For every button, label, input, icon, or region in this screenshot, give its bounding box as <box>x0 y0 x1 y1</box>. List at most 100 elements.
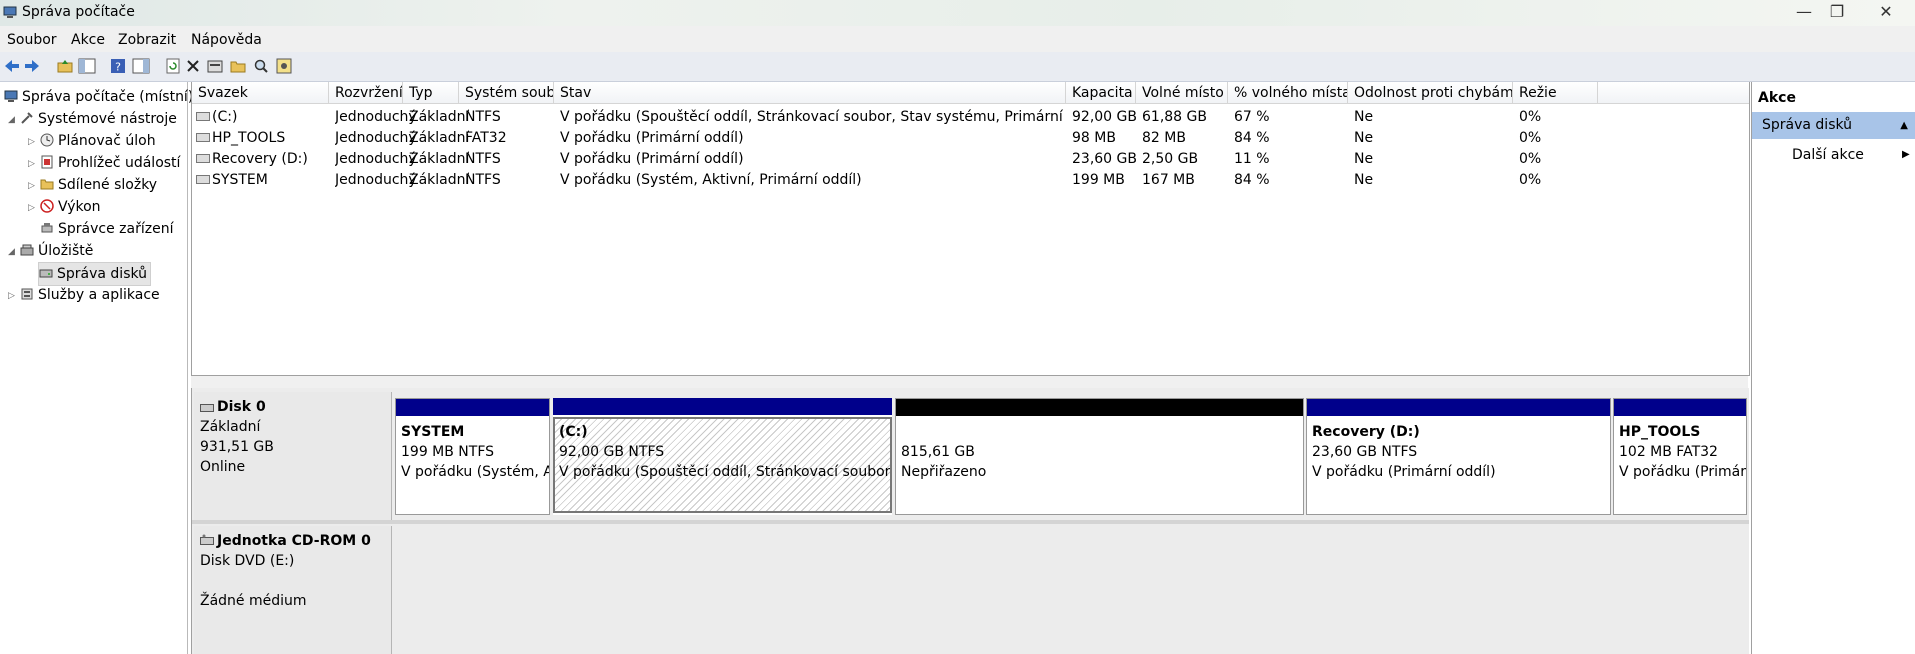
properties-icon[interactable] <box>205 56 225 76</box>
column-header-odolnost[interactable]: Odolnost proti chybám <box>1348 82 1513 104</box>
tree-label: Správce zařízení <box>58 221 174 237</box>
delete-icon[interactable] <box>183 56 203 76</box>
column-header-kapacita[interactable]: Kapacita <box>1066 82 1136 104</box>
cdrom-0-info[interactable]: Jednotka CD-ROM 0 Disk DVD (E:) Žádné mé… <box>194 526 392 654</box>
navigation-tree: Správa počítače (místní) ◢ Systémové nás… <box>0 82 193 654</box>
restore-button[interactable]: ❐ <box>1816 0 1858 22</box>
partition-hp-tools[interactable]: HP_TOOLS 102 MB FAT32 V pořádku (Primárr <box>1613 398 1747 515</box>
more-actions-item[interactable]: Další akce <box>1792 147 1864 163</box>
settings-icon[interactable] <box>274 56 294 76</box>
expand-arrow-icon[interactable]: ▷ <box>28 137 35 147</box>
column-header-svazek[interactable]: Svazek <box>192 82 329 104</box>
tree-item-disk-management[interactable]: Správa disků <box>38 262 152 286</box>
collapse-arrow-icon[interactable]: ◢ <box>8 247 15 257</box>
back-arrow-icon[interactable] <box>2 56 22 76</box>
tools-icon <box>21 112 33 124</box>
partition-system[interactable]: SYSTEM 199 MB NTFS V pořádku (Systém, A <box>395 398 550 515</box>
open-icon[interactable] <box>228 56 248 76</box>
partition-size: 92,00 GB NTFS <box>559 444 665 460</box>
storage-icon <box>20 244 34 256</box>
partition-recovery[interactable]: Recovery (D:) 23,60 GB NTFS V pořádku (P… <box>1306 398 1611 515</box>
refresh-icon[interactable] <box>163 56 183 76</box>
cell-kapacita: 199 MB <box>1072 172 1125 188</box>
cell-svazek: SYSTEM <box>212 172 268 188</box>
cell-rozvrzeni: Jednoduchý <box>335 109 417 125</box>
tree-item-storage[interactable]: Úložiště <box>20 240 93 262</box>
menu-soubor[interactable]: Soubor <box>7 32 57 48</box>
close-button[interactable]: ✕ <box>1865 0 1907 22</box>
tree-item-task-scheduler[interactable]: Plánovač úloh <box>40 130 156 152</box>
volume-list: Svazek Rozvržení Typ Systém souborů Stav… <box>191 82 1750 376</box>
show-hide-action-pane-icon[interactable] <box>131 56 151 76</box>
cell-svazek: Recovery (D:) <box>212 151 308 167</box>
actions-section-disk-management[interactable]: Správa disků ▲ <box>1752 112 1915 139</box>
disk-separator <box>192 520 1749 524</box>
expand-arrow-icon[interactable]: ▷ <box>28 203 35 213</box>
show-hide-tree-icon[interactable] <box>77 56 97 76</box>
more-actions-label: Další akce <box>1792 147 1864 163</box>
partition-name: Recovery (D:) <box>1312 424 1420 440</box>
partition-name: (C:) <box>559 424 588 440</box>
column-header-empty <box>1598 82 1749 104</box>
partition-unallocated[interactable]: 815,61 GB Nepřiřazeno <box>895 398 1304 515</box>
tree-label: Systémové nástroje <box>38 111 177 127</box>
cell-stav: V pořádku (Primární oddíl) <box>560 130 744 146</box>
tree-item-device-manager[interactable]: Správce zařízení <box>40 218 173 240</box>
tree-label: Sdílené složky <box>58 177 158 193</box>
tree-item-event-viewer[interactable]: Prohlížeč událostí <box>40 152 180 174</box>
column-header-volne-misto[interactable]: Volné místo <box>1136 82 1228 104</box>
actions-pane: Akce Správa disků ▲ Další akce ▶ <box>1751 82 1915 654</box>
cell-typ: Základní <box>409 151 470 167</box>
tree-label: Plánovač úloh <box>58 133 156 149</box>
up-folder-icon[interactable] <box>55 56 75 76</box>
expand-arrow-icon[interactable]: ▷ <box>28 181 35 191</box>
collapse-arrow-icon[interactable]: ◢ <box>8 115 15 125</box>
column-header-rozvrzeni[interactable]: Rozvržení <box>329 82 403 104</box>
tree-item-performance[interactable]: Výkon <box>40 196 101 218</box>
submenu-arrow-icon: ▶ <box>1902 149 1910 160</box>
expand-arrow-icon[interactable]: ▷ <box>8 291 15 301</box>
actions-header: Akce <box>1758 90 1796 106</box>
cell-kapacita: 92,00 GB <box>1072 109 1137 125</box>
cell-volne-misto: 61,88 GB <box>1142 109 1207 125</box>
actions-section-label: Správa disků <box>1762 117 1853 133</box>
menu-akce[interactable]: Akce <box>71 32 105 48</box>
expand-arrow-icon[interactable]: ▷ <box>28 159 35 169</box>
volume-icon <box>196 133 210 142</box>
search-icon[interactable] <box>251 56 271 76</box>
tree-item-shared-folders[interactable]: Sdílené složky <box>40 174 157 196</box>
tree-item-system-tools[interactable]: Systémové nástroje <box>20 108 177 130</box>
forward-arrow-icon[interactable] <box>22 56 42 76</box>
cell-stav: V pořádku (Primární oddíl) <box>560 151 744 167</box>
title-bar: Správa počítače — ❐ ✕ <box>0 0 1915 26</box>
cell-odolnost: Ne <box>1354 172 1374 188</box>
cell-typ: Základní <box>409 172 470 188</box>
menu-zobrazit[interactable]: Zobrazit <box>118 32 176 48</box>
menu-napoveda[interactable]: Nápověda <box>191 32 262 48</box>
tree-item-services[interactable]: Služby a aplikace <box>20 284 160 306</box>
column-header-procento-volneho[interactable]: % volného místa <box>1228 82 1348 104</box>
disk-icon <box>39 269 53 278</box>
partition-c[interactable]: (C:) 92,00 GB NTFS V pořádku (Spouštěcí … <box>553 398 892 515</box>
partition-name: HP_TOOLS <box>1619 424 1701 440</box>
cell-stav: V pořádku (Systém, Aktivní, Primární odd… <box>560 172 862 188</box>
help-icon[interactable]: ? <box>108 56 128 76</box>
tree-label: Výkon <box>58 199 101 215</box>
partition-band <box>396 399 549 416</box>
tree-item-computer-management[interactable]: Správa počítače (místní) <box>4 86 193 108</box>
cdrom-0-status: Žádné médium <box>200 593 307 609</box>
cdrom-icon <box>200 534 214 545</box>
collapse-up-icon[interactable]: ▲ <box>1900 112 1908 139</box>
partition-band <box>1307 399 1610 416</box>
column-header-typ[interactable]: Typ <box>403 82 459 104</box>
window-title: Správa počítače <box>22 4 135 20</box>
column-header-rezie[interactable]: Režie <box>1513 82 1598 104</box>
disk-0-info[interactable]: Disk 0 Základní 931,51 GB Online <box>194 392 392 520</box>
close-icon: ✕ <box>1879 1 1893 21</box>
cell-rezie: 0% <box>1519 130 1542 146</box>
cell-rozvrzeni: Jednoduchý <box>335 151 417 167</box>
cell-system-souboru: NTFS <box>465 151 501 167</box>
cell-rozvrzeni: Jednoduchý <box>335 172 417 188</box>
column-header-stav[interactable]: Stav <box>554 82 1066 104</box>
column-header-system-souboru[interactable]: Systém souborů <box>459 82 554 104</box>
